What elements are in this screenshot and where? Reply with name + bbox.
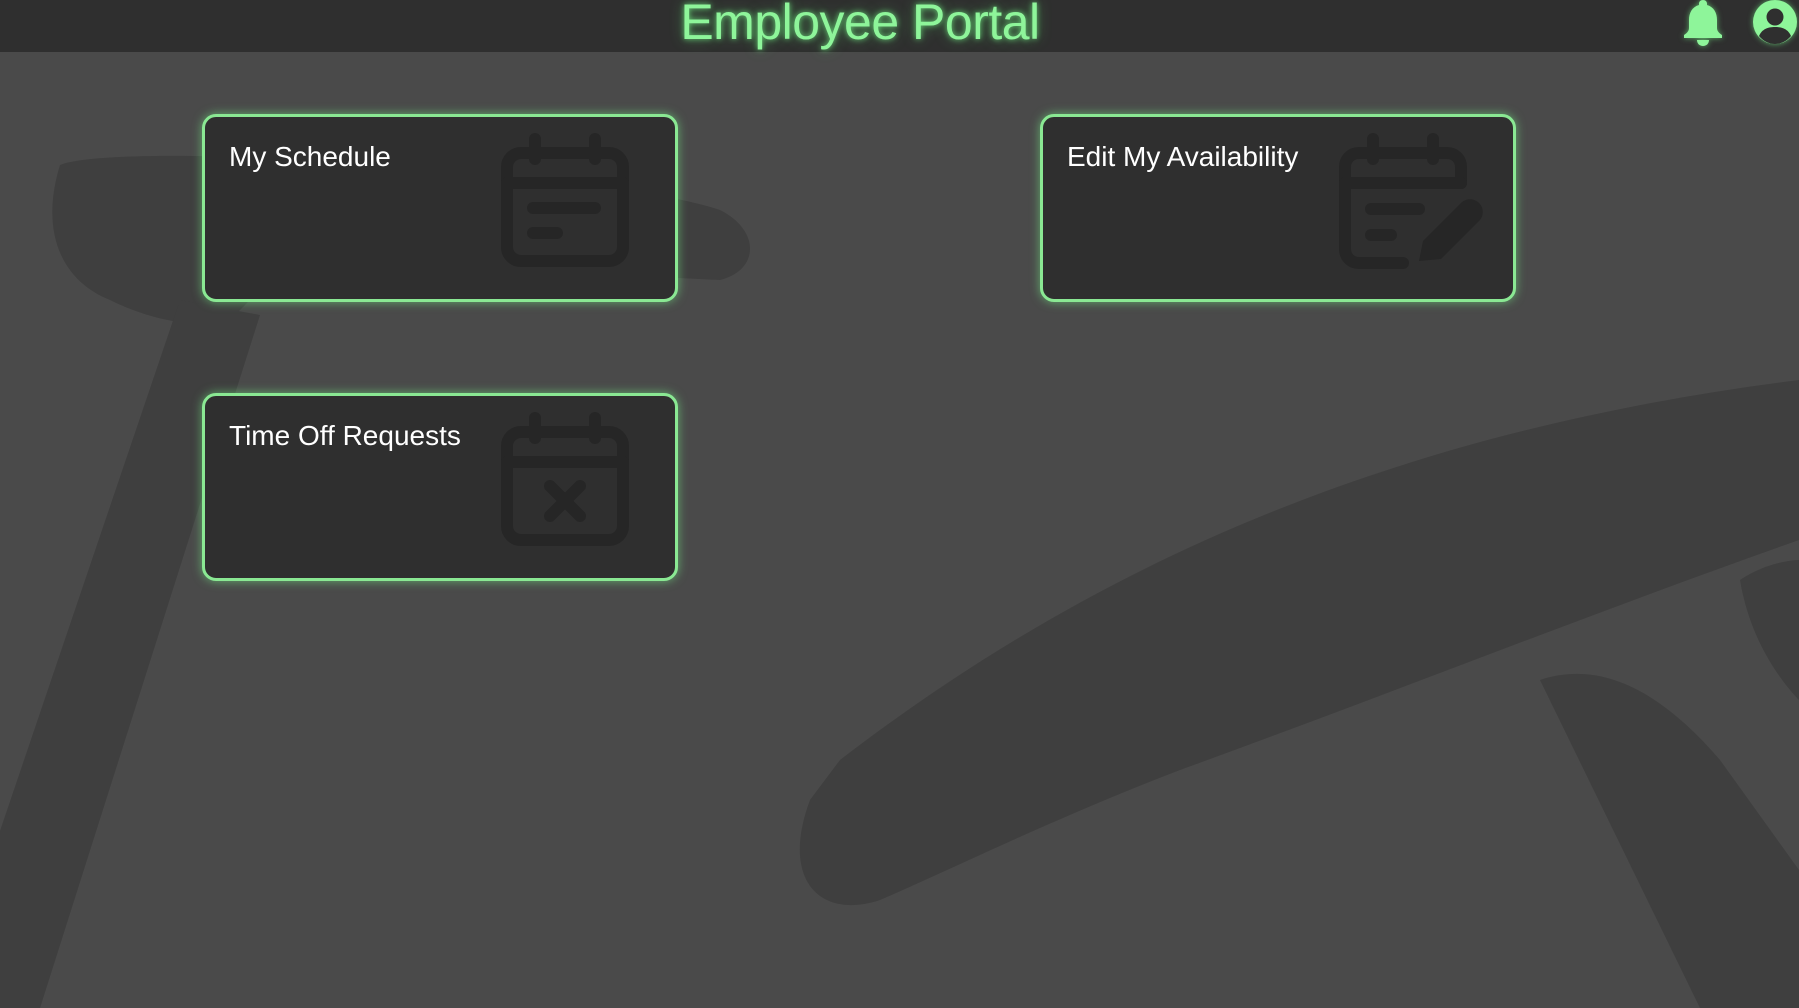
card-title: Edit My Availability	[1067, 141, 1299, 172]
bell-icon[interactable]	[1681, 0, 1725, 46]
calendar-x-icon	[501, 412, 629, 546]
calendar-edit-icon	[1339, 133, 1483, 269]
time-off-requests-card[interactable]: Time Off Requests	[202, 393, 678, 581]
page-title: Employee Portal	[680, 0, 1040, 50]
calendar-icon	[501, 133, 629, 267]
page: Employee Portal My Schedule Edit My Avai…	[0, 0, 1799, 1008]
card-title: My Schedule	[229, 141, 391, 172]
my-schedule-card[interactable]: My Schedule	[202, 114, 678, 302]
edit-availability-card[interactable]: Edit My Availability	[1040, 114, 1516, 302]
top-bar: Employee Portal	[0, 0, 1799, 52]
user-circle-icon[interactable]	[1751, 0, 1799, 46]
card-title: Time Off Requests	[229, 420, 461, 451]
